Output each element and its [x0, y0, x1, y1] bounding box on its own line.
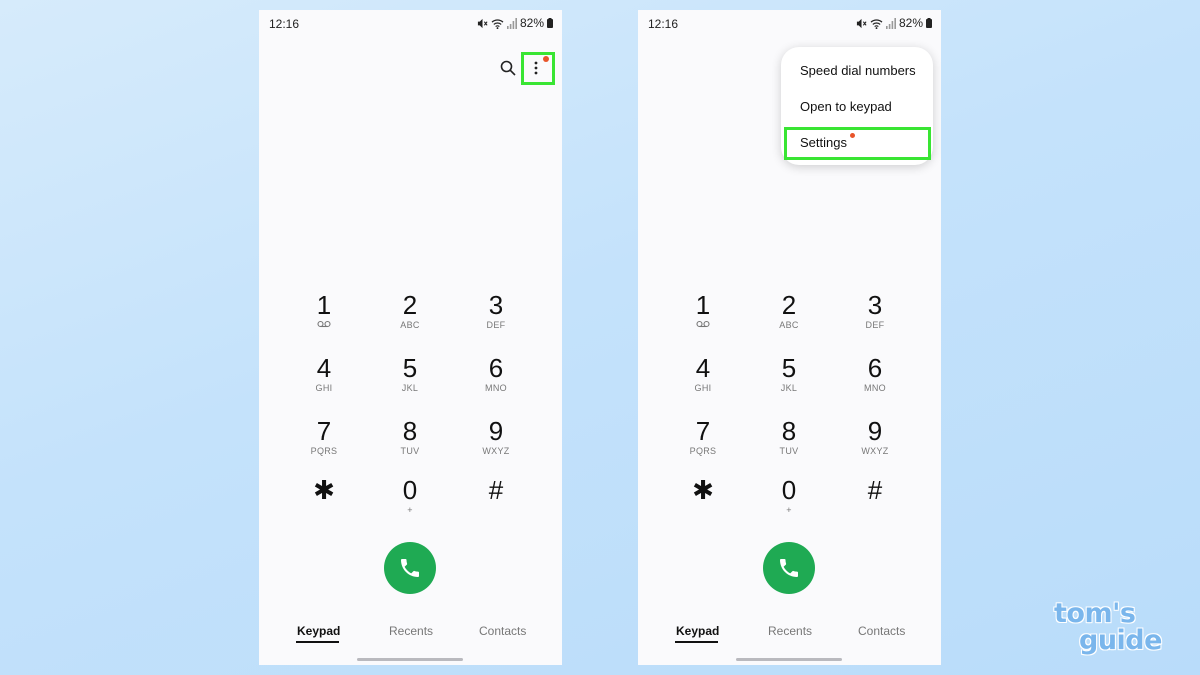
- key-0[interactable]: 0 +: [754, 475, 824, 527]
- status-icons: 82%: [477, 16, 553, 30]
- key-1[interactable]: 1: [289, 290, 359, 342]
- tab-contacts[interactable]: Contacts: [479, 624, 526, 638]
- tab-recents[interactable]: Recents: [389, 624, 433, 638]
- call-button[interactable]: [763, 542, 815, 594]
- highlight-settings-item: [784, 127, 931, 160]
- status-icons: 82%: [856, 16, 932, 30]
- tab-keypad[interactable]: Keypad: [676, 624, 719, 638]
- key-8[interactable]: 8 TUV: [375, 416, 445, 468]
- wifi-icon: [491, 18, 504, 29]
- tab-contacts[interactable]: Contacts: [858, 624, 905, 638]
- key-8[interactable]: 8 TUV: [754, 416, 824, 468]
- battery-percent: 82%: [898, 16, 923, 30]
- key-7[interactable]: 7 PQRS: [289, 416, 359, 468]
- status-time: 12:16: [269, 17, 300, 31]
- key-4[interactable]: 4 GHI: [668, 353, 738, 405]
- key-3[interactable]: 3 DEF: [461, 290, 531, 342]
- overflow-menu: Speed dial numbers Open to keypad Settin…: [781, 47, 933, 165]
- key-5[interactable]: 5 JKL: [375, 353, 445, 405]
- phone-icon: [401, 559, 419, 577]
- key-9[interactable]: 9 WXYZ: [840, 416, 910, 468]
- key-6[interactable]: 6 MNO: [461, 353, 531, 405]
- key-4[interactable]: 4 GHI: [289, 353, 359, 405]
- tab-active-underline: [296, 641, 339, 643]
- phone-screen-right: 12:16 82% 1 2 ABC 3 DEF 4 GHI 5 JKL 6 MN…: [638, 10, 941, 665]
- signal-icon: [885, 17, 896, 29]
- voicemail-icon: [696, 320, 710, 328]
- key-hash[interactable]: #: [840, 475, 910, 527]
- key-0[interactable]: 0 +: [375, 475, 445, 527]
- phone-screen-left: 12:16 82% 1 2 ABC 3 DEF 4 GHI 5 JKL 6 MN…: [259, 10, 562, 665]
- tab-active-underline: [675, 641, 718, 643]
- key-hash[interactable]: #: [461, 475, 531, 527]
- battery-icon: [547, 18, 553, 28]
- key-1[interactable]: 1: [668, 290, 738, 342]
- signal-icon: [506, 17, 517, 29]
- key-9[interactable]: 9 WXYZ: [461, 416, 531, 468]
- wifi-icon: [870, 18, 883, 29]
- toms-guide-logo: tom's guide: [1054, 598, 1162, 656]
- key-7[interactable]: 7 PQRS: [668, 416, 738, 468]
- bottom-tabs: Keypad Recents Contacts: [259, 624, 562, 648]
- voicemail-icon: [317, 320, 331, 328]
- home-indicator[interactable]: [357, 658, 463, 661]
- highlight-more-button: [521, 52, 555, 85]
- key-2[interactable]: 2 ABC: [375, 290, 445, 342]
- menu-item-speed-dial[interactable]: Speed dial numbers: [800, 63, 916, 78]
- key-star[interactable]: ✱: [289, 475, 359, 527]
- key-5[interactable]: 5 JKL: [754, 353, 824, 405]
- tab-keypad[interactable]: Keypad: [297, 624, 340, 638]
- phone-icon: [780, 559, 798, 577]
- search-icon[interactable]: [500, 60, 516, 76]
- mute-icon: [856, 18, 867, 28]
- key-2[interactable]: 2 ABC: [754, 290, 824, 342]
- key-6[interactable]: 6 MNO: [840, 353, 910, 405]
- battery-icon: [926, 18, 932, 28]
- key-3[interactable]: 3 DEF: [840, 290, 910, 342]
- bottom-tabs: Keypad Recents Contacts: [638, 624, 941, 648]
- status-time: 12:16: [648, 17, 679, 31]
- menu-item-open-to-keypad[interactable]: Open to keypad: [800, 99, 892, 114]
- call-button[interactable]: [384, 542, 436, 594]
- mute-icon: [477, 18, 488, 28]
- battery-percent: 82%: [519, 16, 544, 30]
- tab-recents[interactable]: Recents: [768, 624, 812, 638]
- home-indicator[interactable]: [736, 658, 842, 661]
- key-star[interactable]: ✱: [668, 475, 738, 527]
